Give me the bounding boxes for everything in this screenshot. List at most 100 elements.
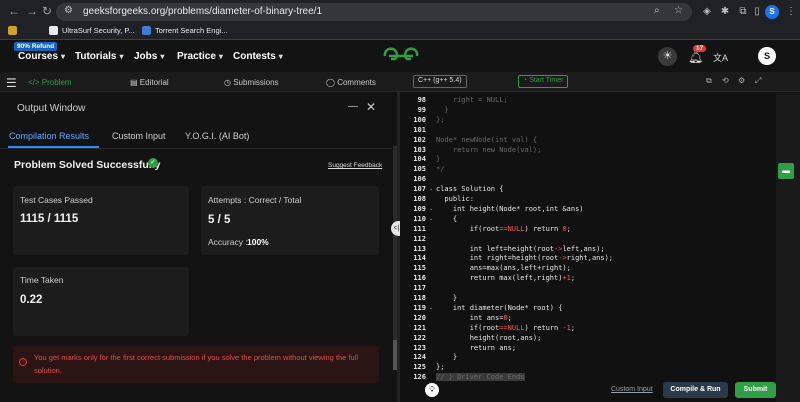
line-number: 113 bbox=[413, 244, 426, 253]
tab-editorial[interactable]: ▤ Editorial bbox=[130, 78, 169, 87]
nav-label: Practice bbox=[177, 51, 216, 62]
submit-button[interactable]: Submit bbox=[735, 382, 776, 398]
test-cases-value: 1115 / 1115 bbox=[20, 213, 79, 225]
code-line: }; bbox=[436, 115, 445, 124]
fold-chevron-icon[interactable]: ⌄ bbox=[429, 305, 433, 311]
nav-label: Tutorials bbox=[75, 51, 117, 62]
bookmark-star-icon[interactable]: ☆ bbox=[674, 5, 683, 16]
line-number: 116 bbox=[413, 274, 426, 283]
line-number: 125 bbox=[413, 363, 426, 372]
settings-icon[interactable]: ⚙ bbox=[738, 76, 745, 85]
language-select[interactable]: C++ (g++ 5.4) bbox=[413, 75, 467, 88]
ultrasurf-icon bbox=[49, 26, 58, 35]
browser-menu-icon[interactable]: ⋮ bbox=[784, 5, 798, 19]
extension-icon[interactable]: ◈ bbox=[700, 5, 714, 19]
nav-tutorials[interactable]: Tutorials ▾ bbox=[75, 51, 124, 62]
close-icon[interactable]: ✕ bbox=[366, 100, 376, 114]
fold-chevron-icon[interactable]: ⌄ bbox=[429, 206, 433, 212]
line-number: 115 bbox=[413, 264, 426, 273]
url-text: geeksforgeeks.org/problems/diameter-of-b… bbox=[83, 6, 322, 17]
chevron-down-icon: ▾ bbox=[119, 52, 124, 61]
extensions-puzzle-icon[interactable]: ⧉ bbox=[736, 5, 750, 19]
line-number: 106 bbox=[413, 175, 426, 184]
result-status: Problem Solved Successfully bbox=[14, 159, 161, 171]
forward-icon[interactable]: → bbox=[26, 4, 38, 18]
nav-jobs[interactable]: Jobs ▾ bbox=[134, 51, 164, 62]
nav-label: Courses bbox=[18, 51, 59, 62]
notification-bell-icon[interactable]: 🔔︎ bbox=[688, 50, 703, 64]
custom-input-link[interactable]: Custom Input bbox=[611, 386, 653, 393]
bookmark-item[interactable] bbox=[8, 26, 17, 35]
line-number: 102 bbox=[413, 135, 426, 144]
folder-icon bbox=[8, 26, 17, 35]
tab-custom-input[interactable]: Custom Input bbox=[112, 131, 166, 141]
warning-icon: ! bbox=[19, 358, 27, 366]
minimize-icon[interactable]: — bbox=[348, 101, 358, 112]
code-line: int height(Node* root,int &ans) bbox=[436, 204, 584, 213]
code-line: return ans; bbox=[436, 343, 517, 352]
browser-profile-avatar[interactable]: S bbox=[765, 5, 779, 19]
reload-icon[interactable]: ↻ bbox=[42, 4, 52, 18]
fold-chevron-icon[interactable]: ⌄ bbox=[429, 216, 433, 222]
code-line: */ bbox=[436, 165, 445, 174]
line-number: 124 bbox=[413, 353, 426, 362]
site-info-icon[interactable]: ⚙ bbox=[64, 5, 73, 16]
line-number: 126 bbox=[413, 373, 426, 382]
tab-label: Problem bbox=[41, 78, 72, 87]
copy-icon[interactable]: ⧉ bbox=[706, 76, 712, 86]
line-number: 109 bbox=[413, 204, 426, 213]
line-number: 103 bbox=[413, 145, 426, 154]
address-bar[interactable]: ⚙ geeksforgeeks.org/problems/diameter-of… bbox=[56, 3, 692, 21]
fullscreen-icon[interactable]: ⤢ bbox=[755, 76, 761, 86]
reset-icon[interactable]: ⟲ bbox=[722, 76, 729, 85]
fold-chevron-icon[interactable]: ⌄ bbox=[429, 186, 433, 192]
right-sidebar bbox=[776, 92, 800, 402]
check-circle-icon: ✓ bbox=[148, 158, 158, 168]
theme-toggle-icon[interactable]: ☀ bbox=[658, 47, 677, 66]
line-number: 122 bbox=[413, 333, 426, 342]
bookmark-item[interactable]: UltraSurf Security, P... bbox=[49, 26, 135, 35]
nav-label: Jobs bbox=[134, 51, 158, 62]
line-number: 112 bbox=[413, 234, 426, 243]
code-line: }; bbox=[436, 363, 445, 372]
code-line: Node* newNode(int val) { bbox=[436, 135, 538, 144]
geeksforgeeks-logo[interactable] bbox=[381, 47, 421, 65]
compile-run-button[interactable]: Compile & Run bbox=[663, 382, 728, 398]
code-line: { bbox=[436, 214, 458, 223]
code-line: int diameter(Node* root) { bbox=[436, 303, 563, 312]
user-avatar[interactable]: S bbox=[758, 47, 776, 65]
browser-toolbar: ← → ↻ ⚙ geeksforgeeks.org/problems/diame… bbox=[0, 0, 800, 24]
line-number: 105 bbox=[413, 165, 426, 174]
tab-label: Editorial bbox=[139, 78, 169, 87]
start-timer-button[interactable]: ◔ Start Timer bbox=[518, 75, 569, 88]
back-icon[interactable]: ← bbox=[8, 4, 20, 18]
line-number: 99 bbox=[417, 105, 426, 114]
zoom-icon[interactable]: ⌕ bbox=[654, 5, 660, 16]
line-number: 98 bbox=[417, 96, 426, 104]
vpn-extension-icon[interactable]: ✱ bbox=[718, 5, 732, 19]
comment-icon: ◯ bbox=[326, 78, 338, 87]
bookmark-item[interactable]: Torrent Search Engi... bbox=[142, 26, 228, 35]
suggest-feedback-link[interactable]: Suggest Feedback bbox=[328, 162, 382, 169]
line-number: 104 bbox=[413, 155, 426, 164]
refund-badge: 90% Refund bbox=[14, 42, 58, 51]
tab-problem[interactable]: </> Problem bbox=[28, 78, 72, 87]
tab-comments[interactable]: ◯ Comments bbox=[326, 78, 376, 87]
chat-icon[interactable]: ▬ bbox=[778, 163, 794, 179]
tab-label: Submissions bbox=[233, 78, 279, 87]
line-number: 101 bbox=[413, 125, 426, 134]
timer-label: Start Timer bbox=[529, 77, 564, 84]
tab-compilation-results[interactable]: Compilation Results bbox=[9, 131, 89, 141]
hamburger-menu-icon[interactable]: ☰ bbox=[6, 76, 17, 90]
code-line: right = NULL; bbox=[436, 96, 508, 104]
nav-contests[interactable]: Contests ▾ bbox=[233, 51, 283, 62]
tab-submissions[interactable]: ◷ Submissions bbox=[224, 78, 279, 87]
nav-courses[interactable]: Courses ▾ bbox=[18, 51, 65, 62]
sidebar-icon[interactable]: ▯ bbox=[750, 5, 764, 19]
code-line: return new Node(val); bbox=[436, 145, 542, 154]
lightbulb-icon[interactable]: 💡︎ bbox=[425, 383, 439, 397]
torrent-icon bbox=[142, 26, 151, 35]
translate-icon[interactable]: 文A bbox=[713, 51, 728, 64]
tab-yogi-ai-bot[interactable]: Y.O.G.I. (AI Bot) bbox=[185, 131, 249, 141]
nav-practice[interactable]: Practice ▾ bbox=[177, 51, 223, 62]
